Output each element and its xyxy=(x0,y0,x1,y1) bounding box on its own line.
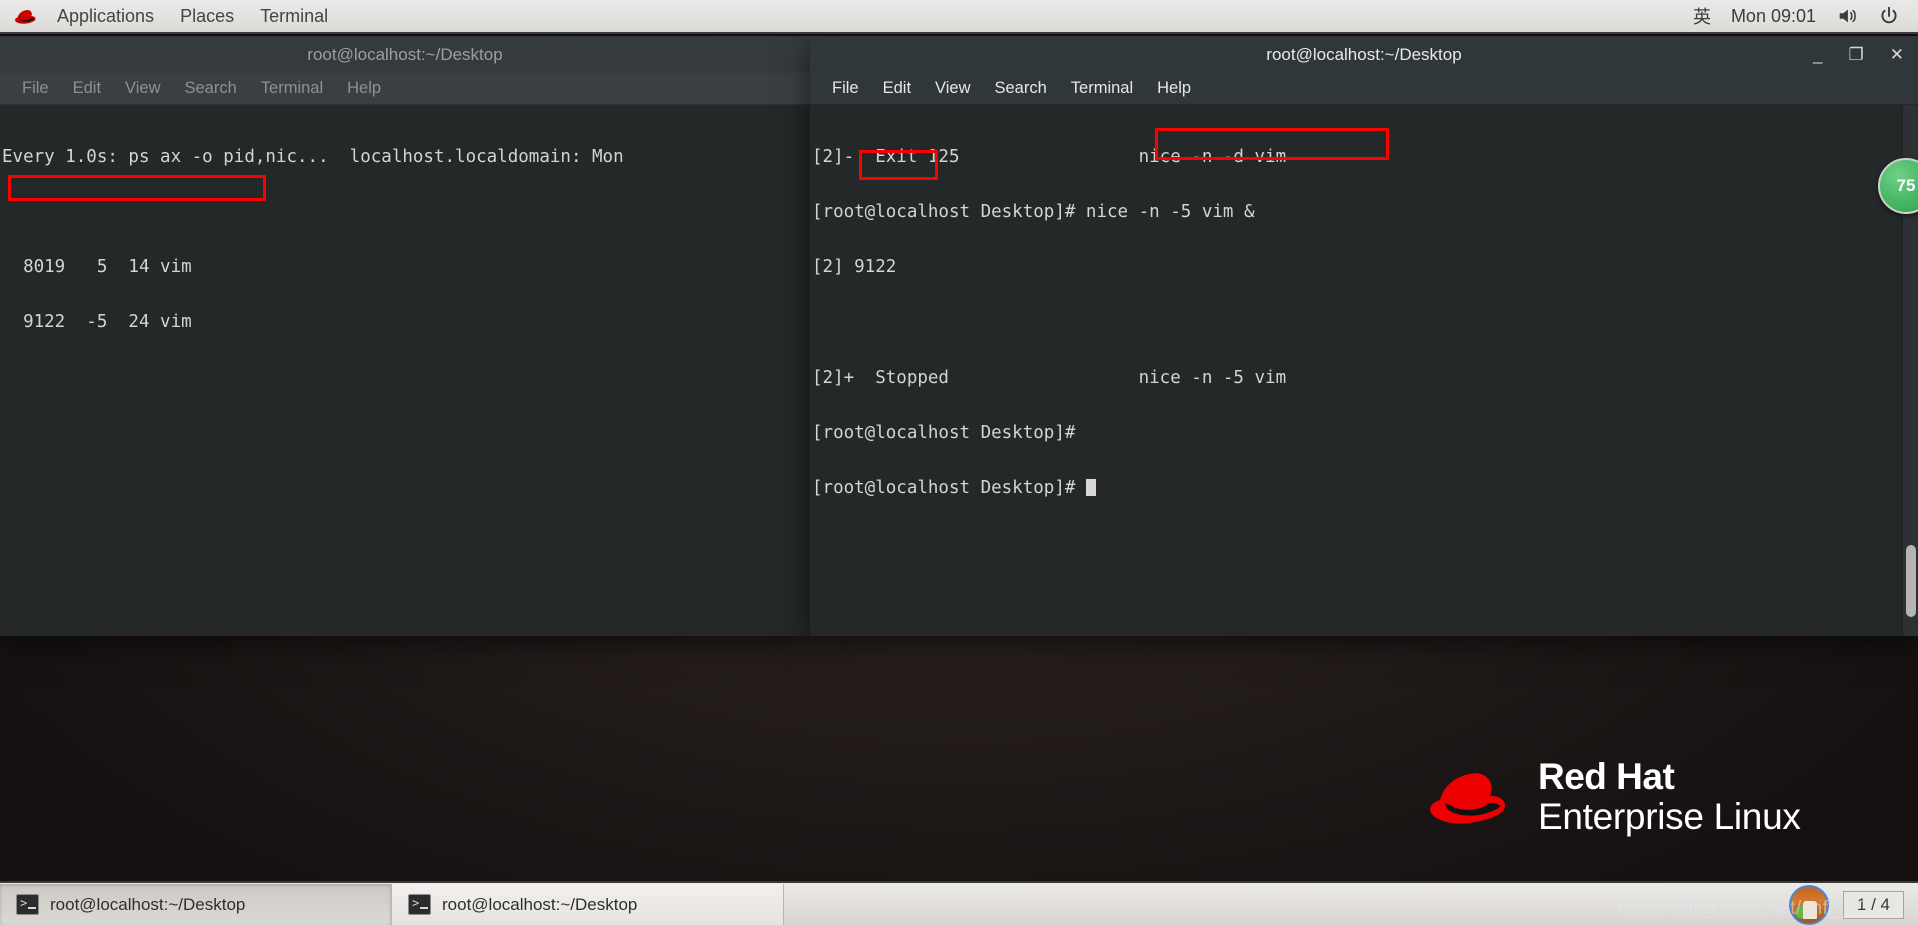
terminal-window-left[interactable]: root@localhost:~/Desktop File Edit View … xyxy=(0,36,810,636)
brand-line-1: Red Hat xyxy=(1538,756,1675,797)
terminal-output-right[interactable]: [2]- Exit 125 nice -n -d vim [root@local… xyxy=(810,105,1918,636)
avatar[interactable] xyxy=(1788,884,1829,925)
terminal-line: [2] 9122 xyxy=(812,257,897,278)
terminal-icon xyxy=(16,894,39,915)
top-panel: Applications Places Terminal 英 Mon 09:01 xyxy=(0,0,1918,34)
terminal-window-right[interactable]: root@localhost:~/Desktop _ ❐ ✕ File Edit… xyxy=(810,36,1918,636)
input-method-indicator[interactable]: 英 xyxy=(1693,3,1711,29)
terminal-line: [root@localhost Desktop]# xyxy=(812,422,1076,443)
menu-item-search[interactable]: Search xyxy=(983,79,1059,98)
menu-item-file[interactable]: File xyxy=(10,79,61,98)
taskbar-status-area: 1 / 4 xyxy=(1788,884,1918,925)
titlebar-left[interactable]: root@localhost:~/Desktop xyxy=(0,36,810,73)
menu-item-help[interactable]: Help xyxy=(335,79,393,98)
menu-applications[interactable]: Applications xyxy=(44,0,167,32)
scrollbar-thumb[interactable] xyxy=(1906,545,1916,617)
terminal-line: [2]+ Stopped nice -n -5 vim xyxy=(812,367,1287,388)
menu-item-terminal[interactable]: Terminal xyxy=(1059,79,1145,98)
menu-item-search[interactable]: Search xyxy=(173,79,249,98)
close-button[interactable]: ✕ xyxy=(1890,46,1904,63)
menu-item-help[interactable]: Help xyxy=(1145,79,1203,98)
menu-item-view[interactable]: View xyxy=(113,79,172,98)
menu-item-edit[interactable]: Edit xyxy=(871,79,923,98)
terminal-prompt-line: [root@localhost Desktop]# xyxy=(810,479,1918,497)
window-controls: _ ❐ ✕ xyxy=(1813,36,1904,73)
clock[interactable]: Mon 09:01 xyxy=(1731,6,1816,27)
prompt-text: [root@localhost Desktop]# xyxy=(812,478,1086,499)
volume-icon[interactable] xyxy=(1836,5,1858,27)
brand-line-2: Enterprise Linux xyxy=(1538,796,1801,837)
menubar-left: File Edit View Search Terminal Help xyxy=(0,73,810,105)
badge-value: 75 xyxy=(1896,176,1916,195)
taskbar-button-terminal-2[interactable]: root@localhost:~/Desktop xyxy=(392,884,784,925)
terminal-line: [2]- Exit 125 nice -n -d vim xyxy=(812,146,1287,167)
rhel-brand-logo: Red Hat Enterprise Linux xyxy=(1428,758,1801,835)
window-title-right: root@localhost:~/Desktop xyxy=(1266,44,1462,64)
menu-item-terminal[interactable]: Terminal xyxy=(249,79,335,98)
window-title-left: root@localhost:~/Desktop xyxy=(307,44,503,64)
power-icon[interactable] xyxy=(1878,5,1900,27)
titlebar-right[interactable]: root@localhost:~/Desktop _ ❐ ✕ xyxy=(810,36,1918,73)
workspace-switcher[interactable]: 1 / 4 xyxy=(1842,890,1904,919)
maximize-button[interactable]: ❐ xyxy=(1849,46,1864,63)
rhel-wordmark: Red Hat Enterprise Linux xyxy=(1538,758,1801,835)
menu-terminal[interactable]: Terminal xyxy=(247,0,341,32)
redhat-hat-icon xyxy=(1430,772,1506,823)
minimize-button[interactable]: _ xyxy=(1813,46,1822,63)
text-cursor xyxy=(1085,479,1096,497)
terminal-line: Every 1.0s: ps ax -o pid,nic... localhos… xyxy=(2,146,624,167)
top-panel-status-area: 英 Mon 09:01 xyxy=(1693,3,1918,29)
desktop-screen: Red Hat Enterprise Linux Applications Pl… xyxy=(0,0,1918,926)
terminal-icon xyxy=(408,894,431,915)
menu-item-edit[interactable]: Edit xyxy=(61,79,113,98)
menu-item-view[interactable]: View xyxy=(923,79,982,98)
menu-places[interactable]: Places xyxy=(167,0,247,32)
redhat-logo-icon[interactable] xyxy=(14,8,40,25)
terminal-line: 8019 5 14 vim xyxy=(2,257,192,278)
taskbar: root@localhost:~/Desktop root@localhost:… xyxy=(0,881,1918,926)
menubar-right: File Edit View Search Terminal Help xyxy=(810,73,1918,105)
terminal-output-left[interactable]: Every 1.0s: ps ax -o pid,nic... localhos… xyxy=(0,105,810,636)
terminal-line: 9122 -5 24 vim xyxy=(2,312,192,333)
avatar-figure xyxy=(1802,900,1817,919)
taskbar-label: root@localhost:~/Desktop xyxy=(442,894,638,914)
taskbar-label: root@localhost:~/Desktop xyxy=(50,894,246,914)
taskbar-button-terminal-1[interactable]: root@localhost:~/Desktop xyxy=(0,884,392,925)
terminal-line: [root@localhost Desktop]# nice -n -5 vim… xyxy=(812,202,1255,223)
menu-item-file[interactable]: File xyxy=(820,79,871,98)
